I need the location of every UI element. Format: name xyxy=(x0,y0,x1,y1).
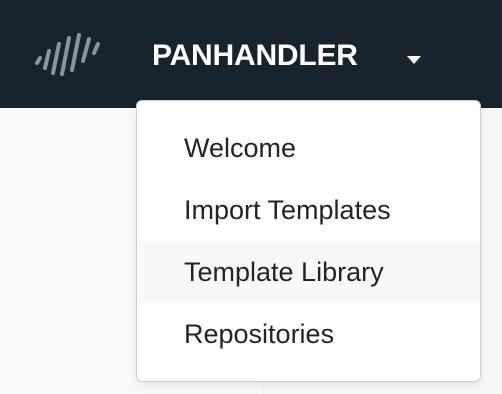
menu-item-welcome[interactable]: Welcome xyxy=(137,117,480,179)
menu-item-label: Template Library xyxy=(184,257,384,287)
top-navbar: PANHANDLER xyxy=(0,0,502,108)
app-screen: PANHANDLER Welcome Import Templates Temp… xyxy=(0,0,502,394)
menu-item-label: Welcome xyxy=(184,133,297,163)
menu-item-repositories[interactable]: Repositories xyxy=(137,303,480,365)
brand-dropdown-menu: Welcome Import Templates Template Librar… xyxy=(136,100,481,382)
menu-item-label: Import Templates xyxy=(184,195,391,225)
menu-item-import-templates[interactable]: Import Templates xyxy=(137,179,480,241)
brand-label[interactable]: PANHANDLER xyxy=(152,32,358,80)
menu-item-label: Repositories xyxy=(184,319,335,349)
caret-down-icon[interactable] xyxy=(407,56,421,64)
menu-item-template-library[interactable]: Template Library xyxy=(137,241,480,303)
stylized-bars-logo-icon xyxy=(35,33,100,76)
brand-dropdown-toggle[interactable]: PANHANDLER xyxy=(34,31,421,79)
